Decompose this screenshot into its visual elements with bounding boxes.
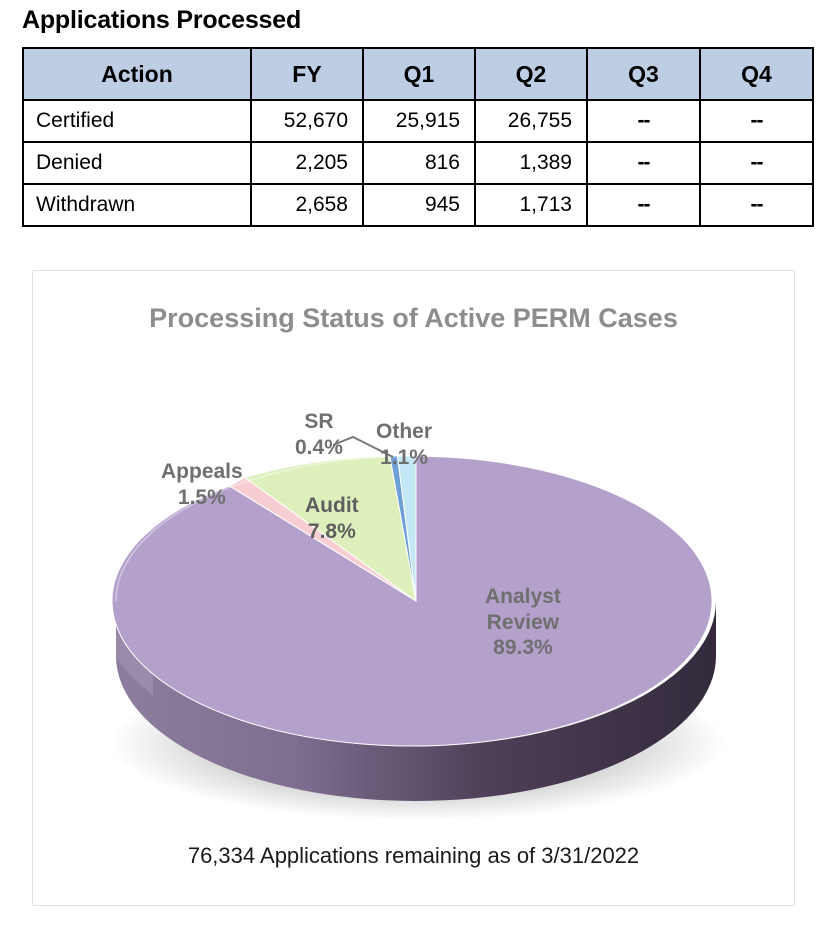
applications-processed-table: Action FY Q1 Q2 Q3 Q4 Certified 52,670 2…	[22, 47, 814, 227]
cell-q2: 1,389	[474, 141, 588, 185]
pie-label-appeals: Appeals 1.5%	[161, 459, 243, 510]
pie-label-audit: Audit 7.8%	[305, 493, 359, 544]
table-header-row: Action FY Q1 Q2 Q3 Q4	[22, 47, 814, 101]
pie-chart-graphic	[110, 435, 726, 821]
pie-label-appeals-name: Appeals	[161, 460, 243, 483]
cell-q1: 945	[362, 183, 476, 227]
cell-fy: 52,670	[250, 99, 364, 143]
cell-fy: 2,658	[250, 183, 364, 227]
column-header-q3: Q3	[586, 47, 701, 101]
pie-label-audit-value: 7.8%	[307, 519, 356, 543]
cell-action: Withdrawn	[22, 183, 252, 227]
pie-chart-card: Processing Status of Active PERM Cases A…	[32, 270, 795, 906]
cell-q1: 25,915	[362, 99, 476, 143]
pie-label-sr: SR 0.4%	[295, 409, 343, 460]
cell-q4: --	[699, 141, 814, 185]
pie-label-analyst-review-value: 89.3%	[493, 636, 553, 660]
cell-action: Certified	[22, 99, 252, 143]
pie-label-sr-value: 0.4%	[295, 435, 343, 459]
cell-q1: 816	[362, 141, 476, 185]
pie-label-other-value: 1.1%	[380, 445, 428, 469]
cell-q4: --	[699, 99, 814, 143]
table-row: Certified 52,670 25,915 26,755 -- --	[22, 99, 814, 143]
pie-label-other-name: Other	[376, 420, 433, 443]
column-header-fy: FY	[250, 47, 364, 101]
table-row: Withdrawn 2,658 945 1,713 -- --	[22, 183, 814, 227]
cell-action: Denied	[22, 141, 252, 185]
cell-q3: --	[586, 183, 701, 227]
cell-q3: --	[586, 99, 701, 143]
pie-label-audit-name: Audit	[305, 494, 359, 517]
column-header-action: Action	[22, 47, 252, 101]
pie-label-analyst-review-name-line1: Analyst	[485, 585, 561, 608]
cell-fy: 2,205	[250, 141, 364, 185]
pie-label-analyst-review: Analyst Review 89.3%	[485, 584, 561, 661]
table-row: Denied 2,205 816 1,389 -- --	[22, 141, 814, 185]
pie-label-other: Other 1.1%	[376, 419, 432, 470]
cell-q2: 1,713	[474, 183, 588, 227]
chart-footnote: 76,334 Applications remaining as of 3/31…	[187, 843, 640, 868]
page-title: Applications Processed	[22, 6, 302, 34]
cell-q2: 26,755	[474, 99, 588, 143]
column-header-q2: Q2	[474, 47, 588, 101]
cell-q4: --	[699, 183, 814, 227]
column-header-q1: Q1	[362, 47, 476, 101]
pie-label-appeals-value: 1.5%	[177, 485, 226, 509]
pie-label-analyst-review-name-line2: Review	[486, 610, 560, 634]
cell-q3: --	[586, 141, 701, 185]
column-header-q4: Q4	[699, 47, 814, 101]
pie-label-sr-name: SR	[304, 410, 334, 433]
